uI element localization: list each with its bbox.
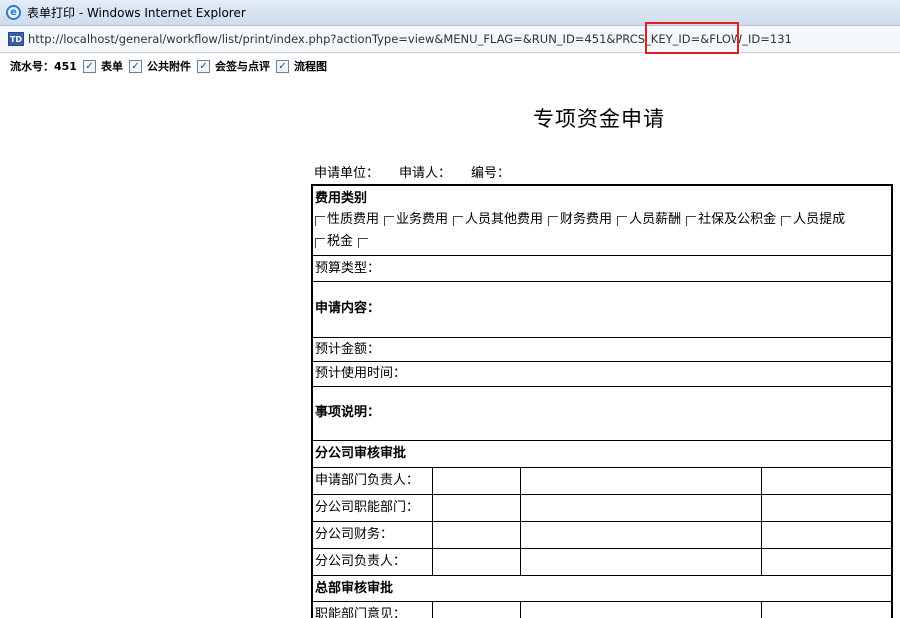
category-option[interactable]: 性质费用 [315, 209, 379, 231]
approval-row: 职能部门意见： [313, 602, 891, 618]
estimated-amount-label: 预计金额： [315, 342, 381, 357]
expense-category-label: 费用类别 [315, 191, 368, 206]
approval-cell [433, 468, 521, 494]
checkbox-icon[interactable] [384, 216, 395, 226]
option-label: 公共附件 [146, 60, 191, 73]
category-option[interactable]: 人员其他费用 [453, 209, 543, 231]
internet-explorer-icon: e [6, 5, 21, 20]
checkbox-icon[interactable] [548, 216, 559, 226]
option-label: 流程图 [293, 60, 327, 73]
applicant-label: 申请人： [399, 166, 452, 181]
option-public-attachment[interactable]: ✓ 公共附件 [128, 58, 191, 74]
category-option[interactable]: 人员提成 [781, 209, 845, 231]
approval-cell [762, 495, 891, 521]
category-option-label: 社保及公积金 [698, 212, 777, 227]
hq-approval-label: 总部审核审批 [315, 581, 394, 596]
approval-row-label: 分公司财务： [313, 522, 433, 548]
estimated-amount-row: 预计金额： [313, 338, 891, 362]
approval-cell [521, 495, 762, 521]
estimated-time-row: 预计使用时间： [313, 362, 891, 387]
approval-row-label: 职能部门意见： [313, 602, 433, 618]
approval-row: 申请部门负责人： [313, 468, 891, 495]
option-flowchart[interactable]: ✓ 流程图 [275, 58, 327, 74]
category-option[interactable]: 社保及公积金 [686, 209, 776, 231]
budget-type-label: 预算类型： [315, 261, 381, 276]
approval-cell [762, 468, 891, 494]
category-option-label: 财务费用 [560, 212, 613, 227]
approval-cell [433, 602, 521, 618]
hq-approval-header: 总部审核审批 [313, 576, 891, 602]
checkbox-icon[interactable] [617, 216, 628, 226]
category-option[interactable]: 人员薪酬 [617, 209, 681, 231]
option-form[interactable]: ✓ 表单 [82, 58, 123, 74]
approval-cell [433, 495, 521, 521]
category-option-label: 业务费用 [396, 212, 449, 227]
category-option-label: 性质费用 [327, 212, 380, 227]
budget-type-row: 预算类型： [313, 256, 891, 282]
document-meta: 申请单位： 申请人： 编号： [314, 162, 530, 181]
checkbox-icon[interactable] [453, 216, 464, 226]
approval-row: 分公司职能部门： [313, 495, 891, 522]
expense-category-row: 费用类别 性质费用 业务费用 人员其他费用 财务费用 人员薪酬 社保及公积金 人… [313, 186, 891, 256]
print-options-bar: 流水号：451 ✓ 表单 ✓ 公共附件 ✓ 会签与点评 ✓ 流程图 [10, 58, 333, 74]
run-id-label: 流水号：451 [10, 60, 77, 73]
checkbox-checked-icon[interactable]: ✓ [82, 59, 96, 73]
checkbox-checked-icon[interactable]: ✓ [275, 59, 289, 73]
approval-cell [521, 468, 762, 494]
checkbox-icon[interactable] [358, 238, 369, 248]
matter-description-row: 事项说明： [313, 387, 891, 441]
address-bar[interactable]: TD http://localhost/general/workflow/lis… [0, 26, 900, 53]
category-option-label: 税金 [327, 234, 354, 249]
checkbox-icon[interactable] [686, 216, 697, 226]
checkbox-checked-icon[interactable]: ✓ [128, 59, 142, 73]
approval-row-label: 分公司负责人： [313, 549, 433, 575]
approval-cell [762, 602, 891, 618]
category-option-label: 人员薪酬 [629, 212, 682, 227]
option-label: 表单 [100, 60, 123, 73]
approval-row-label: 申请部门负责人： [313, 468, 433, 494]
document-title: 专项资金申请 [533, 107, 665, 131]
checkbox-icon[interactable] [315, 216, 325, 226]
category-option-label: 人员其他费用 [465, 212, 544, 227]
checkbox-icon[interactable] [781, 216, 792, 226]
option-label: 会签与点评 [214, 60, 270, 73]
category-option-label: 人员提成 [793, 212, 846, 227]
option-sign-comment[interactable]: ✓ 会签与点评 [196, 58, 270, 74]
branch-approval-header: 分公司审核审批 [313, 441, 891, 468]
apply-content-row: 申请内容： [313, 282, 891, 338]
apply-unit-label: 申请单位： [314, 166, 380, 181]
checkbox-icon[interactable] [315, 238, 325, 248]
expense-category-options: 性质费用 业务费用 人员其他费用 财务费用 人员薪酬 社保及公积金 人员提成 税… [315, 209, 891, 253]
approval-row: 分公司财务： [313, 522, 891, 549]
category-option[interactable] [358, 236, 370, 248]
serial-number-label: 编号： [471, 166, 511, 181]
approval-cell [433, 522, 521, 548]
approval-cell [762, 522, 891, 548]
approval-cell [521, 602, 762, 618]
approval-row-label: 分公司职能部门： [313, 495, 433, 521]
application-form: 费用类别 性质费用 业务费用 人员其他费用 财务费用 人员薪酬 社保及公积金 人… [311, 184, 893, 618]
flow-id-highlight-box [645, 22, 739, 54]
apply-content-label: 申请内容： [315, 301, 381, 316]
branch-approval-label: 分公司审核审批 [315, 446, 407, 461]
page-icon: TD [8, 32, 24, 46]
estimated-time-label: 预计使用时间： [315, 366, 407, 381]
approval-cell [521, 549, 762, 575]
checkbox-checked-icon[interactable]: ✓ [196, 59, 210, 73]
approval-cell [521, 522, 762, 548]
approval-row: 分公司负责人： [313, 549, 891, 576]
approval-cell [433, 549, 521, 575]
category-option[interactable]: 财务费用 [548, 209, 612, 231]
matter-description-label: 事项说明： [315, 405, 381, 420]
category-option[interactable]: 税金 [315, 231, 353, 253]
category-option[interactable]: 业务费用 [384, 209, 448, 231]
window-title-bar: e 表单打印 - Windows Internet Explorer [0, 0, 900, 26]
window-title: 表单打印 - Windows Internet Explorer [27, 6, 246, 20]
approval-cell [762, 549, 891, 575]
